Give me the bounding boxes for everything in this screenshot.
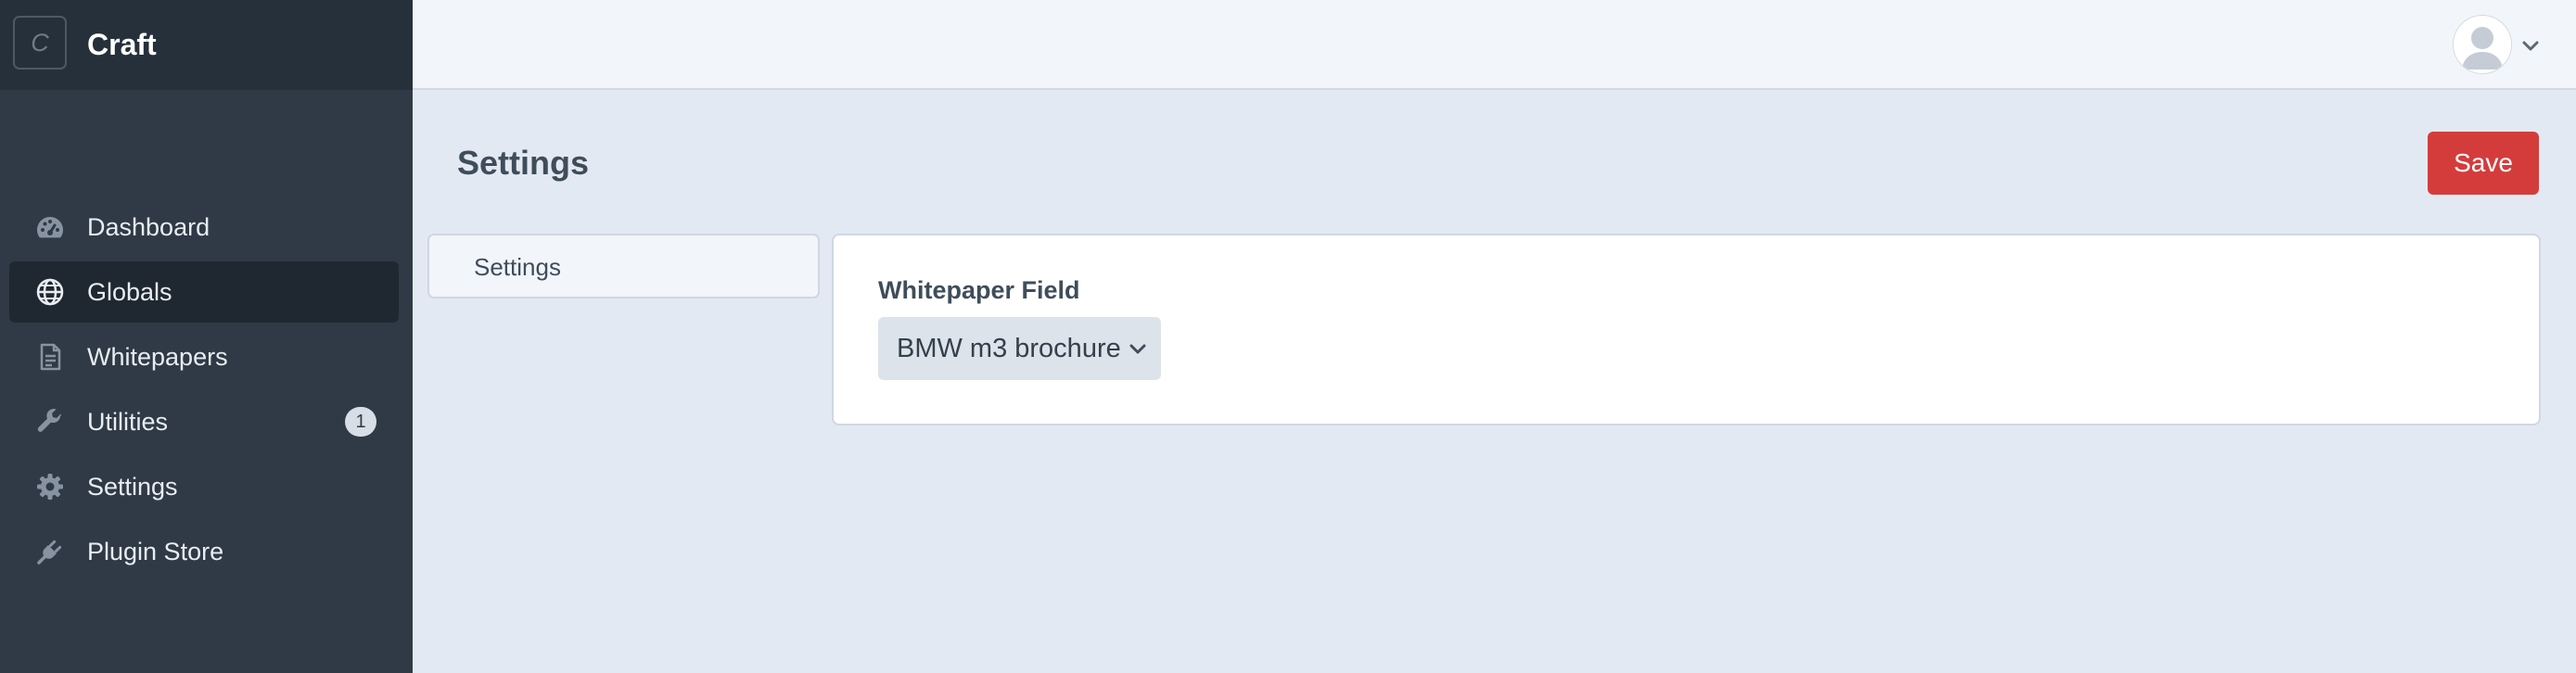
wrench-icon <box>35 407 65 437</box>
gauge-icon <box>35 212 65 242</box>
sidebar-header: C Craft <box>0 0 413 90</box>
page-title: Settings <box>457 144 590 182</box>
site-logo[interactable]: C <box>13 16 67 70</box>
account-menu-button[interactable] <box>2454 16 2541 73</box>
sidebar-item-settings[interactable]: Settings <box>9 456 399 517</box>
site-logo-letter: C <box>31 28 49 57</box>
sidebar-item-globals[interactable]: Globals <box>9 261 399 323</box>
content-pane: Whitepaper Field BMW m3 brochure <box>832 234 2541 425</box>
chevron-down-icon <box>1128 339 1148 360</box>
sidebar-item-whitepapers[interactable]: Whitepapers <box>9 326 399 387</box>
sidebar-item-label: Globals <box>87 278 172 306</box>
site-name[interactable]: Craft <box>87 26 157 63</box>
globe-icon <box>35 277 65 307</box>
plug-icon <box>35 537 65 566</box>
whitepaper-select[interactable]: BMW m3 brochure <box>878 317 1161 380</box>
sidebar-item-label: Utilities <box>87 408 169 436</box>
sidebar-item-utilities[interactable]: Utilities 1 <box>9 391 399 452</box>
sidebar-item-label: Dashboard <box>87 213 210 241</box>
subnav-item-label: Settings <box>474 253 561 281</box>
subnav-item-settings[interactable]: Settings <box>427 234 820 298</box>
sidebar: C Craft Dashboard Globals Whitepapers Ut… <box>0 0 413 673</box>
sidebar-item-dashboard[interactable]: Dashboard <box>9 197 399 258</box>
chevron-down-icon <box>2520 35 2541 56</box>
document-icon <box>35 342 65 372</box>
user-avatar-icon <box>2454 16 2511 73</box>
sidebar-item-label: Settings <box>87 473 178 501</box>
save-button[interactable]: Save <box>2428 132 2539 195</box>
select-value: BMW m3 brochure <box>897 334 1121 363</box>
top-bar <box>413 0 2576 90</box>
sidebar-item-label: Plugin Store <box>87 538 224 565</box>
field-label: Whitepaper Field <box>878 276 1080 304</box>
notification-badge: 1 <box>345 407 376 437</box>
primary-nav: Dashboard Globals Whitepapers Utilities … <box>9 197 399 586</box>
sidebar-item-plugin-store[interactable]: Plugin Store <box>9 521 399 582</box>
gear-icon <box>35 472 65 502</box>
sidebar-item-label: Whitepapers <box>87 343 228 371</box>
